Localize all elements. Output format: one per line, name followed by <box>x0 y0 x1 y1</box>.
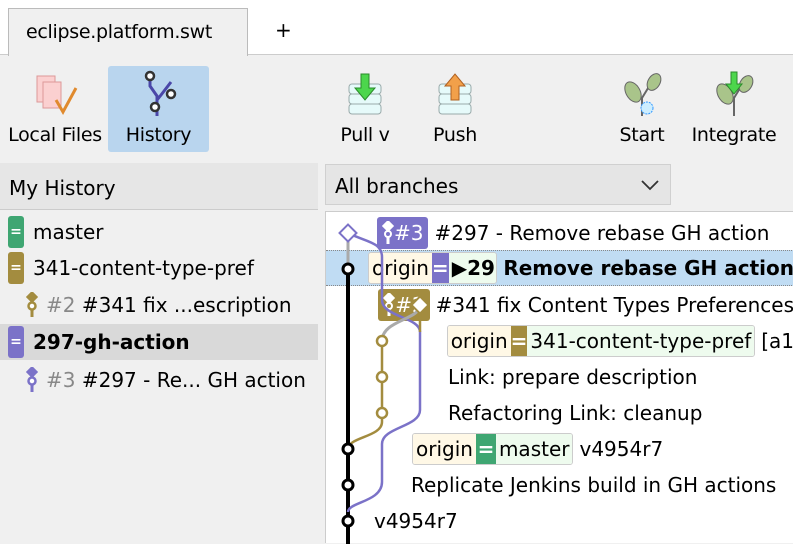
integrate-label: Integrate <box>691 124 777 146</box>
pr-number: #2 <box>46 293 76 317</box>
pr-label: #297 - Re... GH action <box>81 368 306 392</box>
commit-message: [a1 <box>761 329 793 353</box>
branch-icon: = <box>8 326 24 358</box>
branch-item-master[interactable]: = master <box>0 214 318 250</box>
commit-node <box>341 262 355 276</box>
local-files-label: Local Files <box>8 124 102 146</box>
tab-eclipse-platform-swt[interactable]: eclipse.platform.swt <box>8 8 248 56</box>
chevron-down-icon <box>641 180 659 191</box>
branch-label: 341-content-type-pref <box>33 256 254 280</box>
pull-label: Pull v <box>340 124 390 146</box>
start-icon <box>624 73 662 116</box>
branch-icon: = <box>8 252 24 284</box>
commit-node <box>375 406 389 420</box>
commit-node-pr2 <box>410 295 430 315</box>
commit-message: Remove rebase GH action <box>503 256 793 280</box>
graph-lanes <box>338 223 430 544</box>
commit-message: #341 fix Content Types Preferences <box>435 293 793 317</box>
my-history-list: = master = 341-content-type-pref #2 #341 f… <box>0 211 318 543</box>
branch-name: 341-content-type-pref <box>527 326 755 356</box>
start-label: Start <box>619 124 665 146</box>
pull-button[interactable]: Pull v <box>330 66 400 152</box>
pr-number: #3 <box>46 368 76 392</box>
pull-request-icon <box>26 367 38 392</box>
commit-message: Link: prepare description <box>448 365 698 389</box>
local-files-icon <box>36 75 78 116</box>
branch-name: ▶297-gh-action <box>448 253 497 283</box>
commit-message: Refactoring Link: cleanup <box>448 401 703 425</box>
new-tab-button[interactable]: + <box>275 18 292 42</box>
commit-message: #297 - Remove rebase GH action <box>434 221 770 245</box>
branch-item-297-gh-action[interactable]: = 297-gh-action <box>0 324 318 360</box>
branch-filter-dropdown[interactable]: All branches <box>325 164 671 205</box>
commit-node <box>341 514 355 528</box>
start-button[interactable]: Start <box>610 66 674 152</box>
branch-label: master <box>33 220 104 244</box>
commit-message: Replicate Jenkins build in GH actions <box>411 473 777 497</box>
pull-request-icon <box>26 292 38 317</box>
commit-message: v4954r7 <box>579 437 664 461</box>
push-label: Push <box>433 124 477 146</box>
remote-name: origin <box>447 326 511 356</box>
pr-item-3[interactable]: #3 #297 - Re... GH action <box>0 362 318 398</box>
integrate-button[interactable]: Integrate <box>686 66 782 152</box>
ref-label: origin = master <box>412 433 574 465</box>
pr-label: #341 fix ...escription <box>81 293 292 317</box>
commit-node <box>375 370 389 384</box>
branch-name: master <box>495 434 573 464</box>
history-label: History <box>125 124 192 146</box>
commit-node <box>375 334 389 348</box>
ref-label: origin = 341-content-type-pref <box>446 325 756 357</box>
branch-icon: = <box>510 326 528 356</box>
branch-icon: = <box>8 216 24 248</box>
push-icon <box>438 73 472 115</box>
branch-item-341-content-type-pref[interactable]: = 341-content-type-pref <box>0 250 318 286</box>
branch-icon: = <box>475 434 496 464</box>
pull-icon <box>348 73 382 115</box>
pr-item-2[interactable]: #2 #341 fix ...escription <box>0 287 318 323</box>
commit-node <box>341 478 355 492</box>
commit-node-pr3 <box>338 223 358 243</box>
integrate-icon <box>716 71 754 116</box>
history-icon <box>144 70 176 116</box>
history-button[interactable]: History <box>108 66 209 152</box>
push-button[interactable]: Push <box>420 66 490 152</box>
branch-label: 297-gh-action <box>33 330 190 354</box>
branch-filter-value: All branches <box>335 174 459 198</box>
commit-node <box>341 442 355 456</box>
commit-graph: #3 #297 - Remove rebase GH action origin =… <box>325 211 793 544</box>
my-history-title: My History <box>0 163 318 210</box>
local-files-button[interactable]: Local Files <box>4 66 106 152</box>
